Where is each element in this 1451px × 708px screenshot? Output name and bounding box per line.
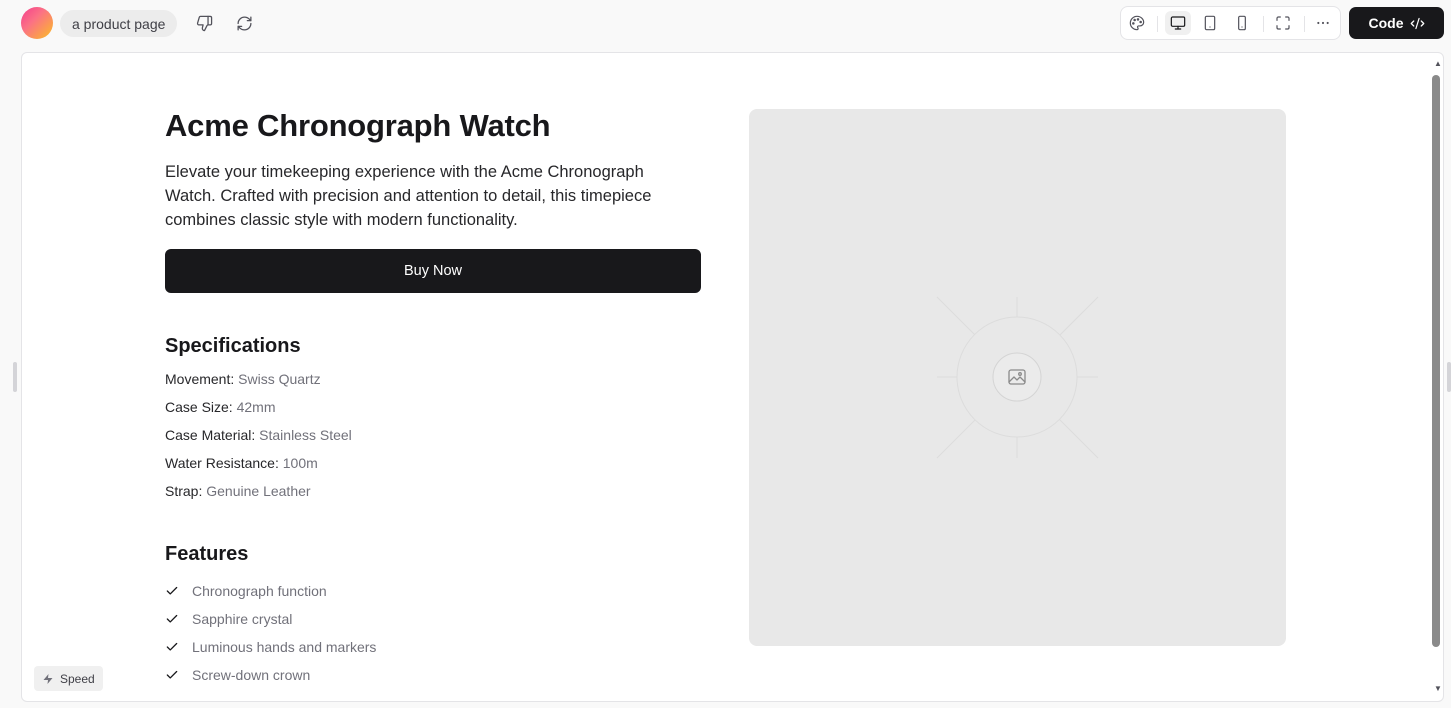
check-icon: [166, 586, 178, 595]
phone-icon: [1238, 15, 1246, 31]
features-heading: Features: [165, 543, 249, 565]
scrollbar-thumb[interactable]: [1432, 75, 1440, 647]
feature-label: Chronograph function: [192, 583, 327, 599]
prompt-text: a product page: [72, 15, 166, 32]
more-options-button[interactable]: [1310, 11, 1336, 35]
spec-label: Water Resistance:: [165, 455, 279, 471]
toolbar-divider: [1304, 16, 1305, 32]
lightning-icon: [43, 673, 53, 684]
spec-value: Swiss Quartz: [238, 371, 321, 387]
dislike-button[interactable]: [190, 9, 218, 37]
code-button-label: Code: [1368, 15, 1404, 31]
phone-view-button[interactable]: [1229, 11, 1255, 35]
top-bar: a product page Code: [0, 0, 1451, 48]
speed-badge[interactable]: Speed: [34, 666, 103, 691]
theme-button[interactable]: [1124, 11, 1150, 35]
tablet-view-button[interactable]: [1197, 11, 1223, 35]
product-description: Elevate your timekeeping experience with…: [165, 163, 652, 229]
spec-label: Strap:: [165, 483, 203, 499]
palette-icon: [1129, 15, 1145, 31]
placeholder-graphic: [936, 296, 1099, 459]
fullscreen-button[interactable]: [1270, 11, 1296, 35]
spec-label: Movement:: [165, 371, 235, 387]
tablet-icon: [1204, 15, 1216, 31]
desktop-view-button[interactable]: [1165, 11, 1191, 35]
spec-value: 100m: [282, 455, 318, 471]
preview-frame: Acme Chronograph Watch Elevate your time…: [21, 52, 1444, 702]
thumbs-down-icon: [196, 15, 212, 31]
check-icon: [166, 614, 178, 623]
scroll-down-arrow[interactable]: ▼: [1432, 683, 1443, 693]
regenerate-button[interactable]: [230, 9, 258, 37]
feature-label: Sapphire crystal: [192, 611, 293, 627]
feature-item: Chronograph function: [165, 577, 376, 605]
spec-label: Case Size:: [165, 399, 233, 415]
left-resize-handle[interactable]: [13, 362, 17, 392]
check-icon: [166, 670, 178, 679]
code-icon: [1410, 17, 1424, 29]
prompt-pill[interactable]: a product page: [60, 10, 178, 37]
feature-item: Sapphire crystal: [165, 605, 376, 633]
feature-item: Screw-down crown: [165, 661, 376, 689]
spec-value: Genuine Leather: [206, 483, 311, 499]
more-icon: [1317, 21, 1329, 25]
desktop-icon: [1170, 16, 1186, 30]
spec-item: Case Size: 42mm: [165, 397, 352, 425]
refresh-icon: [236, 15, 252, 31]
feature-label: Screw-down crown: [192, 667, 311, 683]
spec-item: Strap: Genuine Leather: [165, 481, 352, 509]
spec-value: Stainless Steel: [259, 427, 352, 443]
right-resize-handle[interactable]: [1447, 362, 1451, 392]
specifications-list: Movement: Swiss Quartz Case Size: 42mm C…: [165, 369, 352, 509]
view-toolbar: [1120, 6, 1341, 40]
toolbar-divider: [1157, 16, 1158, 32]
speed-label: Speed: [60, 671, 95, 686]
check-icon: [166, 642, 178, 651]
feature-item: Luminous hands and markers: [165, 633, 376, 661]
fullscreen-icon: [1276, 16, 1290, 30]
spec-value: 42mm: [236, 399, 276, 415]
spec-item: Water Resistance: 100m: [165, 453, 352, 481]
avatar[interactable]: [21, 7, 53, 39]
toolbar-divider: [1263, 16, 1264, 32]
buy-now-button[interactable]: Buy Now: [165, 249, 701, 293]
feature-label: Luminous hands and markers: [192, 639, 377, 655]
features-list: Chronograph function Sapphire crystal Lu…: [165, 577, 376, 689]
product-title: Acme Chronograph Watch: [165, 108, 551, 143]
spec-label: Case Material:: [165, 427, 256, 443]
specifications-heading: Specifications: [165, 335, 301, 357]
product-image-placeholder: [749, 109, 1286, 646]
spec-item: Case Material: Stainless Steel: [165, 425, 352, 453]
scroll-up-arrow[interactable]: ▲: [1432, 58, 1443, 68]
spec-item: Movement: Swiss Quartz: [165, 369, 352, 397]
code-button[interactable]: Code: [1349, 7, 1444, 39]
